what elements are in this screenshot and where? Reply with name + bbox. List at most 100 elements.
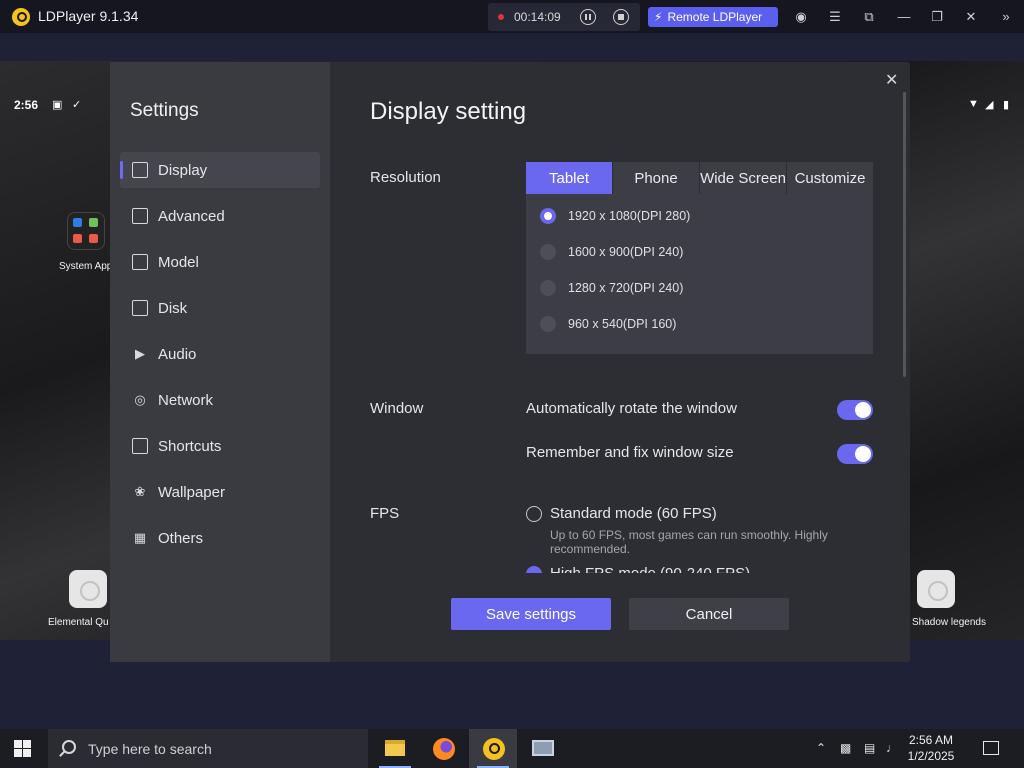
record-dot-icon [498, 14, 504, 20]
sidebar-item-others[interactable]: ▦ Others [120, 520, 320, 556]
taskbar-search[interactable]: Type here to search [48, 729, 368, 768]
taskbar-clock[interactable]: 2:56 AM 1/2/2025 [905, 732, 957, 764]
resolution-option-1920[interactable]: 1920 x 1080(DPI 280) [540, 208, 690, 224]
resolution-option-label: 1280 x 720(DPI 240) [568, 281, 684, 295]
battery-icon: ▮ [1003, 99, 1010, 111]
settings-dialog: Settings Display Advanced Model Disk ▶ A… [110, 62, 910, 662]
window-app-icon [532, 740, 554, 756]
sidebar-item-model[interactable]: Model [120, 244, 320, 280]
system-app-icon[interactable] [67, 212, 105, 250]
clock-date: 1/2/2025 [907, 749, 955, 763]
palette-icon: ❀ [134, 484, 146, 499]
fps-standard-description: Up to 60 FPS, most games can run smoothl… [550, 528, 828, 556]
close-window-icon[interactable]: ✕ [962, 8, 980, 26]
remember-size-toggle[interactable] [837, 444, 873, 464]
fps-standard-option[interactable]: Standard mode (60 FPS) [526, 505, 717, 522]
ldplayer-taskbar-button[interactable] [469, 729, 517, 768]
radio-selected-icon [540, 208, 556, 224]
stop-icon[interactable] [613, 9, 629, 25]
check-icon: ✓ [72, 99, 82, 111]
menu-icon[interactable]: ☰ [826, 8, 844, 26]
sidebar-item-label: Network [158, 391, 214, 409]
folder-icon [385, 740, 405, 756]
windows-start-icon[interactable] [14, 740, 31, 757]
auto-rotate-toggle[interactable] [837, 400, 873, 420]
dialog-close-icon[interactable]: ✕ [885, 70, 898, 90]
radio-icon [540, 280, 556, 296]
volume-muted-icon[interactable]: ♩ [886, 741, 898, 755]
tab-tablet[interactable]: Tablet [526, 162, 613, 194]
fps-high-option-clipped: High FPS mode (90-240 FPS) [526, 562, 886, 573]
search-icon [62, 740, 76, 754]
resolution-option-1600[interactable]: 1600 x 900(DPI 240) [540, 244, 683, 260]
sidebar-item-label: Others [158, 529, 204, 547]
save-settings-button[interactable]: Save settings [451, 598, 611, 630]
notification-center-icon[interactable] [983, 741, 999, 755]
account-icon[interactable]: ◉ [792, 8, 810, 26]
search-input[interactable]: Type here to search [88, 741, 212, 757]
remote-ldplayer-label: Remote LDPlayer [667, 10, 763, 24]
resolution-label: Resolution [370, 169, 441, 186]
firefox-taskbar-button[interactable] [420, 729, 468, 768]
shadow-legends-app-icon[interactable] [917, 570, 955, 608]
app-label-system-app: System App [59, 261, 113, 272]
radio-icon [540, 244, 556, 260]
app-label-shadow-legends: Shadow legends [912, 617, 986, 628]
sidebar-item-label: Disk [158, 299, 188, 317]
globe-icon: ◎ [134, 392, 146, 407]
sidebar-item-advanced[interactable]: Advanced [120, 198, 320, 234]
app-title: LDPlayer 9.1.34 [38, 8, 139, 24]
tab-wide-screen[interactable]: Wide Screen [700, 162, 787, 194]
settings-scrollbar[interactable] [903, 92, 906, 377]
folder-icon [132, 254, 148, 270]
resolution-options-panel: 1920 x 1080(DPI 280) 1600 x 900(DPI 240)… [526, 194, 873, 354]
file-explorer-taskbar-button[interactable] [371, 729, 419, 768]
collapse-sidebar-icon[interactable]: » [997, 8, 1015, 26]
window-app-taskbar-button[interactable] [518, 729, 566, 768]
chevron-up-icon[interactable]: ⌃ [816, 741, 826, 755]
settings-title: Settings [130, 100, 199, 121]
sidebar-item-label: Advanced [158, 207, 225, 225]
minimize-icon[interactable]: — [895, 8, 913, 26]
security-icon[interactable]: ▩ [840, 741, 851, 755]
network-icon[interactable]: ▤ [864, 741, 875, 755]
clock-time: 2:56 AM [908, 733, 954, 747]
settings-sidebar: Settings Display Advanced Model Disk ▶ A… [110, 62, 330, 662]
fps-standard-label: Standard mode (60 FPS) [550, 505, 717, 522]
sidebar-item-wallpaper[interactable]: ❀ Wallpaper [120, 474, 320, 510]
resolution-option-960[interactable]: 960 x 540(DPI 160) [540, 316, 676, 332]
sidebar-item-network[interactable]: ◎ Network [120, 382, 320, 418]
tab-phone[interactable]: Phone [613, 162, 700, 194]
sidebar-item-shortcuts[interactable]: Shortcuts [120, 428, 320, 464]
elemental-app-icon[interactable] [69, 570, 107, 608]
sidebar-item-disk[interactable]: Disk [120, 290, 320, 326]
fps-label: FPS [370, 505, 400, 522]
radio-selected-icon [526, 565, 542, 573]
record-time: 00:14:09 [514, 10, 561, 24]
resolution-option-label: 960 x 540(DPI 160) [568, 317, 677, 331]
wifi-icon: ▼ [968, 98, 979, 110]
tab-customize[interactable]: Customize [787, 162, 873, 194]
auto-rotate-label: Automatically rotate the window [526, 400, 737, 417]
resize-icon[interactable]: ⧉ [860, 8, 878, 26]
ldplayer-logo-icon [12, 8, 30, 26]
remember-size-label: Remember and fix window size [526, 444, 734, 461]
resolution-option-1280[interactable]: 1280 x 720(DPI 240) [540, 280, 683, 296]
monitor-icon [132, 162, 148, 178]
ldplayer-icon [483, 738, 505, 760]
sidebar-item-display[interactable]: Display [120, 152, 320, 188]
resolution-option-label: 1920 x 1080(DPI 280) [568, 209, 691, 223]
cancel-button[interactable]: Cancel [629, 598, 789, 630]
fps-high-label: High FPS mode (90-240 FPS) [550, 565, 750, 573]
remote-ldplayer-button[interactable]: ⚡ Remote LDPlayer [648, 7, 778, 27]
restore-icon[interactable]: ❐ [928, 8, 946, 26]
radio-icon [526, 505, 542, 522]
fps-high-option[interactable]: High FPS mode (90-240 FPS) [526, 565, 750, 573]
sidebar-item-label: Audio [158, 345, 197, 363]
sidebar-item-audio[interactable]: ▶ Audio [120, 336, 320, 372]
sidebar-item-label: Model [158, 253, 199, 271]
title-bar: LDPlayer 9.1.34 00:14:09 ⚡ Remote LDPlay… [0, 0, 1024, 33]
pause-icon[interactable] [580, 9, 596, 25]
android-time: 2:56 [14, 98, 39, 112]
resolution-option-label: 1600 x 900(DPI 240) [568, 245, 684, 259]
